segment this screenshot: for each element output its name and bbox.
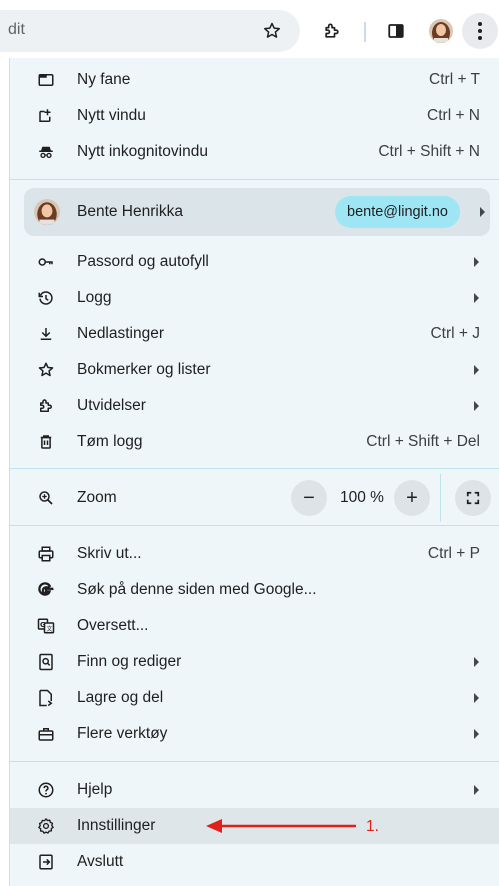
menu-divider xyxy=(10,179,499,180)
submenu-arrow-icon xyxy=(474,401,479,411)
menu-item-search-google[interactable]: Søk på denne siden med Google... xyxy=(10,572,499,608)
settings-icon xyxy=(36,816,56,836)
profile-name: Bente Henrikka xyxy=(77,203,183,220)
submenu-arrow-icon xyxy=(474,657,479,667)
save-share-icon xyxy=(36,688,56,708)
menu-item-clear-history[interactable]: Tøm logg Ctrl + Shift + Del xyxy=(10,424,499,460)
svg-text:文: 文 xyxy=(46,625,52,633)
zoom-out-button[interactable]: − xyxy=(291,480,327,516)
annotation-arrow-icon xyxy=(206,819,356,833)
menu-item-print[interactable]: Skriv ut... Ctrl + P xyxy=(10,536,499,572)
history-icon xyxy=(36,288,56,308)
toolbox-icon xyxy=(36,724,56,744)
trash-icon xyxy=(36,432,56,452)
translate-icon: G文 xyxy=(36,616,56,636)
more-vert-button[interactable] xyxy=(462,13,498,49)
submenu-arrow-icon xyxy=(474,785,479,795)
menu-item-new-tab[interactable]: Ny fane Ctrl + T xyxy=(10,62,499,98)
submenu-arrow-icon xyxy=(474,693,479,703)
menu-item-translate[interactable]: G文 Oversett... xyxy=(10,608,499,644)
menu-item-more-tools[interactable]: Flere verktøy xyxy=(10,716,499,752)
submenu-arrow-icon xyxy=(474,365,479,375)
menu-item-help[interactable]: Hjelp xyxy=(10,772,499,808)
zoom-icon xyxy=(36,488,56,508)
menu-item-bookmarks[interactable]: Bokmerker og lister xyxy=(10,352,499,388)
exit-icon xyxy=(36,852,56,872)
toolbar-separator xyxy=(364,22,366,42)
extensions-icon[interactable] xyxy=(314,13,350,49)
menu-item-incognito[interactable]: Nytt inkognitovindu Ctrl + Shift + N xyxy=(10,134,499,170)
browser-toolbar: dit xyxy=(0,0,499,58)
menu-item-passwords[interactable]: Passord og autofyll xyxy=(10,244,499,280)
zoom-level: 100 % xyxy=(340,489,384,506)
chrome-menu: Ny fane Ctrl + T Nytt vindu Ctrl + N Nyt… xyxy=(9,58,499,886)
address-bar-text: dit xyxy=(8,21,25,38)
extensions-icon xyxy=(36,396,56,416)
find-icon xyxy=(36,652,56,672)
menu-divider xyxy=(10,468,499,469)
more-vert-icon xyxy=(478,22,482,40)
menu-item-zoom: Zoom − 100 % + xyxy=(10,474,499,522)
print-icon xyxy=(36,544,56,564)
menu-item-save-share[interactable]: Lagre og del xyxy=(10,680,499,716)
help-icon xyxy=(36,780,56,800)
menu-item-downloads[interactable]: Nedlastinger Ctrl + J xyxy=(10,316,499,352)
submenu-arrow-icon xyxy=(474,257,479,267)
download-icon xyxy=(36,324,56,344)
menu-divider xyxy=(10,525,499,526)
avatar[interactable] xyxy=(429,19,453,43)
menu-item-extensions[interactable]: Utvidelser xyxy=(10,388,499,424)
new-tab-icon xyxy=(36,70,56,90)
zoom-in-button[interactable]: + xyxy=(394,480,430,516)
star-icon[interactable] xyxy=(254,13,290,49)
submenu-arrow-icon xyxy=(474,729,479,739)
annotation-label: 1. xyxy=(366,818,379,835)
fullscreen-icon xyxy=(466,491,480,505)
profile-email-chip: bente@lingit.no xyxy=(335,196,460,228)
submenu-arrow-icon xyxy=(474,293,479,303)
new-window-icon xyxy=(36,106,56,126)
incognito-icon xyxy=(36,142,56,162)
key-icon xyxy=(36,252,56,272)
svg-text:G: G xyxy=(40,621,46,629)
menu-item-new-window[interactable]: Nytt vindu Ctrl + N xyxy=(10,98,499,134)
avatar xyxy=(34,199,60,225)
side-panel-icon[interactable] xyxy=(378,13,414,49)
star-icon xyxy=(36,360,56,380)
profile-row[interactable]: Bente Henrikka bente@lingit.no xyxy=(24,188,490,236)
google-icon xyxy=(36,580,56,600)
menu-item-find-edit[interactable]: Finn og rediger xyxy=(10,644,499,680)
menu-item-history[interactable]: Logg xyxy=(10,280,499,316)
fullscreen-button[interactable] xyxy=(455,480,491,516)
menu-item-exit[interactable]: Avslutt xyxy=(10,844,499,880)
submenu-arrow-icon xyxy=(480,207,485,217)
zoom-separator xyxy=(440,474,441,522)
menu-divider xyxy=(10,761,499,762)
